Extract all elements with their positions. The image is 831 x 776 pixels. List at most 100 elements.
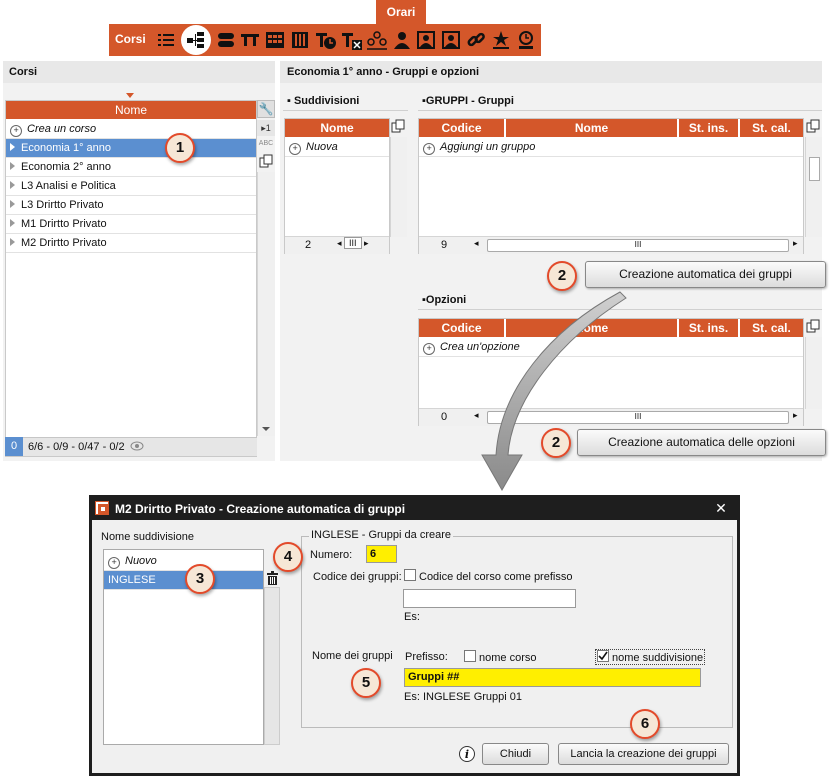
group-icon[interactable] [366, 30, 388, 50]
wrench-icon[interactable]: 🔧 [257, 100, 275, 118]
suddivisione-item[interactable]: INGLESE [104, 571, 263, 590]
numero-label: Numero: [310, 549, 353, 561]
t-clock-icon[interactable] [315, 30, 337, 50]
suddivisione-list: + Nuovo INGLESE [103, 549, 264, 745]
sort-abc-button[interactable]: ABC [257, 138, 275, 150]
copy-icon[interactable] [391, 119, 405, 133]
toolbar-tab-orari[interactable]: Orari [376, 0, 426, 24]
suddivisioni-grid: Nome + Nuova 2 ◂ III ▸ [284, 118, 390, 254]
link-icon[interactable] [466, 30, 486, 50]
right-panel-title: Economia 1° anno - Gruppi e opzioni [287, 66, 480, 78]
codice-input[interactable] [403, 589, 576, 608]
left-panel-header [3, 61, 275, 83]
trash-icon[interactable] [266, 571, 279, 585]
auto-create-groups-button[interactable]: Creazione automatica dei gruppi [585, 261, 826, 288]
gruppi-grid: Codice Nome St. ins. St. cal. + Aggiungi … [418, 118, 804, 254]
grid-icon[interactable] [265, 30, 285, 50]
t-x-icon[interactable] [341, 30, 363, 50]
opzioni-column-st-cal[interactable]: St. cal. [740, 319, 803, 337]
step-badge-3: 3 [185, 564, 215, 594]
list-icon[interactable] [157, 31, 175, 49]
copy-icon[interactable] [259, 154, 273, 168]
pill-icon[interactable] [216, 30, 236, 50]
step-badge-5: 5 [351, 668, 381, 698]
star-person-icon[interactable] [491, 30, 511, 50]
gruppi-hscroll[interactable]: 9 ◂ III ▸ [419, 236, 803, 254]
step-badge-2: 2 [547, 261, 577, 291]
plus-icon: + [423, 143, 435, 155]
course-row[interactable]: Economia 1° anno [6, 139, 256, 158]
gruppi-column-nome[interactable]: Nome [506, 119, 678, 137]
courses-grid: Nome + Crea un corso Economia 1° anno Eco… [5, 100, 257, 457]
codice-example: Es: [404, 611, 420, 623]
codice-label: Codice dei gruppi: [313, 571, 402, 583]
column-header-nome[interactable]: Nome [6, 101, 256, 119]
courses-vscroll[interactable] [257, 172, 275, 436]
plus-icon: + [108, 557, 120, 569]
tt-icon[interactable] [240, 30, 260, 50]
nome-label: Nome dei gruppi [312, 650, 393, 662]
arrow-icon [481, 291, 627, 492]
course-row[interactable]: M1 Drirtto Privato [6, 215, 256, 234]
prefix-nome-corso-checkbox[interactable]: nome corso [464, 650, 536, 664]
nome-gruppi-input[interactable]: Gruppi ## [404, 668, 701, 687]
plus-icon: + [10, 125, 22, 137]
suddivisioni-divider [283, 110, 408, 111]
step-badge-1: 1 [165, 133, 195, 163]
gruppi-column-st-ins[interactable]: St. ins. [679, 119, 739, 137]
opzioni-column-st-ins[interactable]: St. ins. [679, 319, 739, 337]
course-row[interactable]: L3 Analisi e Politica [6, 177, 256, 196]
opzioni-vscroll[interactable] [805, 337, 822, 409]
gruppi-vscroll[interactable] [805, 137, 822, 237]
nome-example: Es: INGLESE Gruppi 01 [404, 691, 522, 703]
add-suddivisione-row[interactable]: + Nuova [285, 138, 389, 157]
suddivisioni-title: ▪ Suddivisioni [287, 95, 360, 107]
prefix-nome-suddivisione-checkbox[interactable]: nome suddivisione [595, 649, 706, 665]
step-badge-6: 6 [630, 709, 660, 739]
suddivisioni-column-nome[interactable]: Nome [285, 119, 389, 137]
toolbar-corsi-label[interactable]: Corsi [115, 32, 146, 46]
step-badge-2b: 2 [541, 428, 571, 458]
person-icon[interactable] [392, 30, 412, 50]
add-suddivisione-row[interactable]: + Nuovo [104, 552, 263, 571]
codice-prefix-checkbox[interactable]: Codice del corso come prefisso [404, 569, 572, 583]
status-count: 0 [5, 437, 23, 456]
step-badge-4: 4 [273, 542, 303, 572]
opzioni-title: ▪Opzioni [422, 294, 467, 306]
copy-icon[interactable] [806, 319, 820, 333]
course-row[interactable]: L3 Drirtto Privato [6, 196, 256, 215]
list-vscroll[interactable] [264, 587, 280, 745]
sort-indicator [126, 93, 134, 98]
group-box-title: INGLESE - Gruppi da creare [309, 529, 454, 541]
checkbox-icon [464, 650, 476, 662]
clock-person-icon[interactable] [516, 30, 536, 50]
dialog-app-icon [95, 501, 109, 515]
sort-numeric-button[interactable]: ▸1 [257, 120, 275, 136]
suddivisioni-hscroll[interactable]: 2 ◂ III ▸ [285, 236, 389, 254]
suddivisioni-vscroll[interactable] [390, 137, 407, 237]
checkmark-icon [597, 650, 609, 662]
gruppi-column-codice[interactable]: Codice [419, 119, 505, 137]
chiudi-button[interactable]: Chiudi [482, 743, 549, 765]
tree-active-icon[interactable] [181, 25, 211, 55]
add-course-row[interactable]: + Crea un corso [6, 120, 256, 139]
status-text: 6/6 - 0/9 - 0/47 - 0/2 [28, 441, 125, 453]
checkbox-icon [404, 569, 416, 581]
gruppi-title: ▪GRUPPI - Gruppi [422, 95, 514, 107]
copy-icon[interactable] [806, 119, 820, 133]
dialog-close-icon[interactable]: ✕ [712, 500, 730, 517]
dialog-title: M2 Drirtto Privato - Creazione automatic… [115, 502, 406, 516]
add-gruppo-row[interactable]: + Aggiungi un gruppo [419, 138, 803, 157]
lancia-creazione-button[interactable]: Lancia la creazione dei gruppi [558, 743, 729, 765]
portrait2-icon[interactable] [441, 30, 461, 50]
numero-input[interactable]: 6 [366, 545, 397, 563]
gruppi-divider [418, 110, 822, 111]
eye-icon[interactable] [130, 441, 144, 451]
course-row[interactable]: M2 Drirtto Privato [6, 234, 256, 253]
portrait-icon[interactable] [416, 30, 436, 50]
info-icon[interactable]: i [459, 746, 475, 762]
list-title: Nome suddivisione [101, 531, 194, 543]
gruppi-column-st-cal[interactable]: St. cal. [740, 119, 803, 137]
course-row[interactable]: Economia 2° anno [6, 158, 256, 177]
columns-icon[interactable] [290, 30, 310, 50]
